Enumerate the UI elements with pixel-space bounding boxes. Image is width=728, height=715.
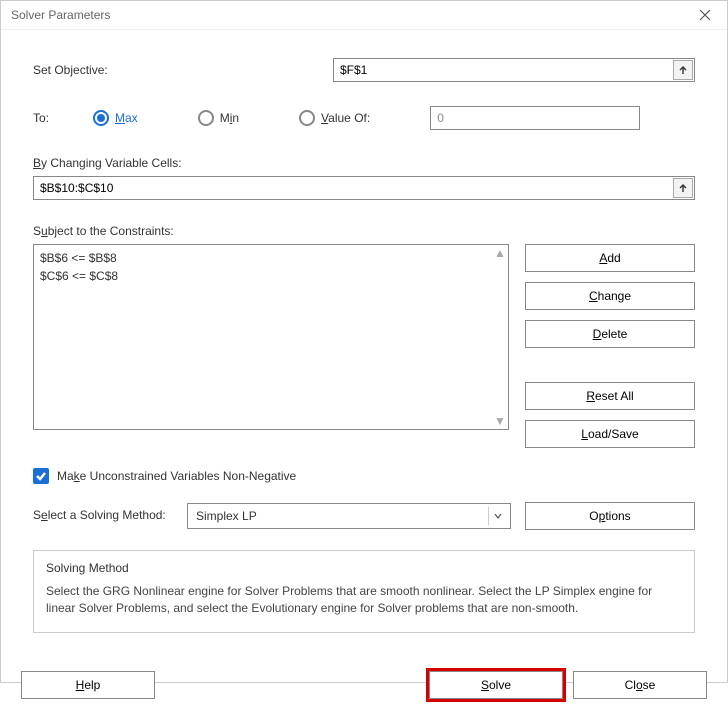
- solver-parameters-dialog: Solver Parameters Set Objective: To:: [0, 0, 728, 683]
- solving-method-select[interactable]: Simplex LP: [187, 503, 511, 529]
- dialog-content: Set Objective: To: Max Min: [1, 30, 727, 671]
- radio-valueof[interactable]: Value Of:: [299, 110, 370, 126]
- scroll-down-icon[interactable]: ▼: [493, 414, 507, 428]
- options-button[interactable]: Options: [525, 502, 695, 530]
- solve-button[interactable]: Solve: [429, 671, 563, 699]
- close-icon[interactable]: [691, 1, 719, 29]
- scroll-up-icon[interactable]: ▲: [493, 246, 507, 260]
- constraint-item[interactable]: $C$6 <= $C$8: [40, 267, 502, 285]
- constraints-label: Subject to the Constraints:: [33, 224, 695, 238]
- to-row: To: Max Min Value Of:: [33, 106, 695, 130]
- titlebar: Solver Parameters: [1, 1, 727, 30]
- constraint-item[interactable]: $B$6 <= $B$8: [40, 249, 502, 267]
- help-button[interactable]: Help: [21, 671, 155, 699]
- desc-text: Select the GRG Nonlinear engine for Solv…: [46, 583, 682, 618]
- nonneg-row[interactable]: Make Unconstrained Variables Non-Negativ…: [33, 468, 695, 484]
- valueof-input[interactable]: [430, 106, 640, 130]
- collapse-dialog-icon[interactable]: [673, 60, 693, 80]
- radio-min-label: Min: [220, 111, 239, 125]
- radio-icon: [198, 110, 214, 126]
- radio-max-label: Max: [115, 111, 138, 125]
- close-button[interactable]: Close: [573, 671, 707, 699]
- add-button[interactable]: Add: [525, 244, 695, 272]
- solving-method-description: Solving Method Select the GRG Nonlinear …: [33, 550, 695, 633]
- constraints-listbox[interactable]: $B$6 <= $B$8$C$6 <= $C$8 ▲ ▼: [33, 244, 509, 430]
- checkbox-checked-icon: [33, 468, 49, 484]
- changing-cells-input[interactable]: [33, 176, 695, 200]
- constraints-area: $B$6 <= $B$8$C$6 <= $C$8 ▲ ▼ Add Change …: [33, 244, 695, 448]
- solving-method-value: Simplex LP: [196, 509, 257, 523]
- to-label: To:: [33, 111, 93, 125]
- radio-min[interactable]: Min: [198, 110, 239, 126]
- radio-valueof-label: Value Of:: [321, 111, 370, 125]
- reset-all-button[interactable]: Reset All: [525, 382, 695, 410]
- set-objective-label: Set Objective:: [33, 63, 153, 77]
- radio-max[interactable]: Max: [93, 110, 138, 126]
- set-objective-input[interactable]: [333, 58, 695, 82]
- radio-icon: [299, 110, 315, 126]
- to-radio-group: Max Min Value Of:: [93, 110, 370, 126]
- method-row: Select a Solving Method: Simplex LP Opti…: [33, 502, 695, 530]
- desc-title: Solving Method: [46, 561, 682, 575]
- collapse-dialog-icon[interactable]: [673, 178, 693, 198]
- method-label: Select a Solving Method:: [33, 508, 173, 524]
- delete-button[interactable]: Delete: [525, 320, 695, 348]
- chevron-down-icon: [488, 507, 506, 525]
- set-objective-row: Set Objective:: [33, 58, 695, 82]
- radio-icon: [93, 110, 109, 126]
- dialog-footer: Help Solve Close: [1, 671, 727, 715]
- load-save-button[interactable]: Load/Save: [525, 420, 695, 448]
- change-button[interactable]: Change: [525, 282, 695, 310]
- changing-cells-label: By Changing Variable Cells:: [33, 156, 695, 170]
- nonneg-label: Make Unconstrained Variables Non-Negativ…: [57, 469, 296, 483]
- constraint-buttons: Add Change Delete Reset All Load/Save: [525, 244, 695, 448]
- window-title: Solver Parameters: [11, 8, 110, 22]
